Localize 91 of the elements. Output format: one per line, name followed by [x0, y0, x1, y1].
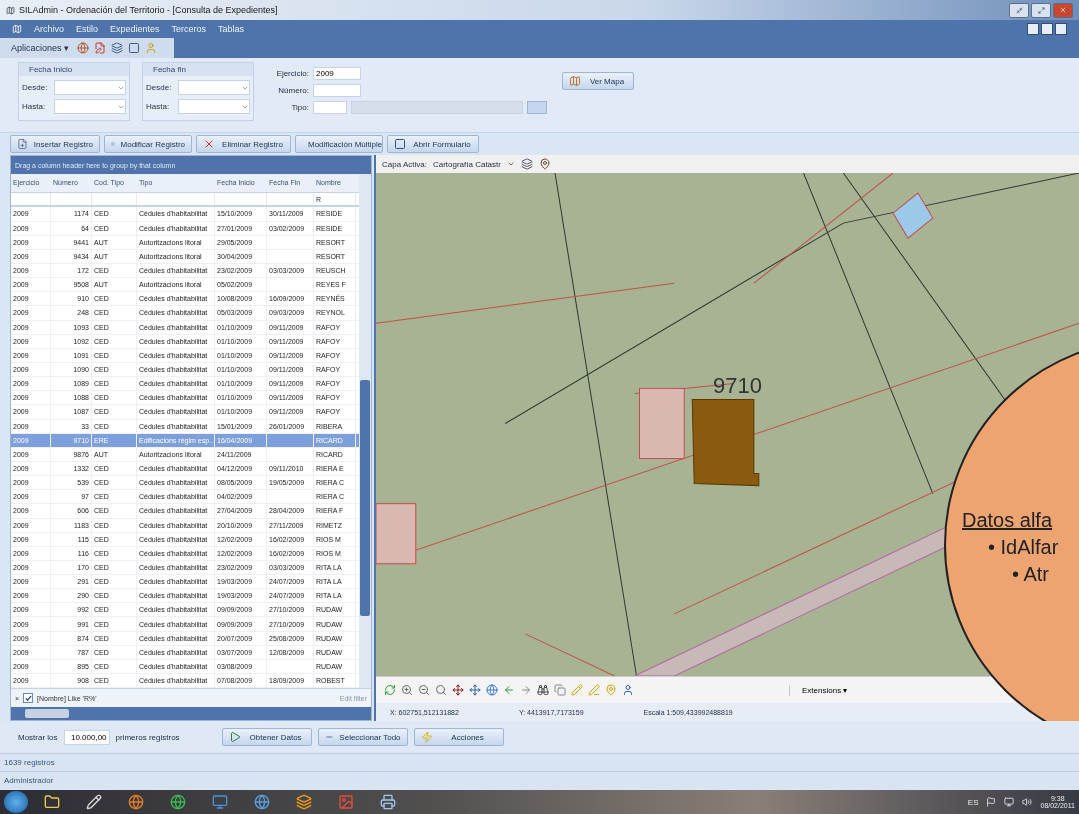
layers-icon[interactable]: [111, 42, 124, 54]
globe-icon[interactable]: [77, 42, 90, 54]
move-icon[interactable]: [452, 684, 464, 696]
bullet-item: • Atr: [1011, 563, 1050, 586]
move-icon[interactable]: [469, 684, 481, 696]
close-button[interactable]: [1055, 23, 1067, 35]
layer-dropdown[interactable]: Cartografía Catastr: [432, 159, 501, 169]
maximize-button[interactable]: [1031, 2, 1051, 18]
fetch-button[interactable]: Obtener Datos: [221, 728, 312, 746]
arrow-left-icon[interactable]: [503, 684, 515, 696]
number-field[interactable]: [313, 84, 361, 97]
edit-button[interactable]: Modificar Registro: [104, 135, 192, 153]
pin-icon[interactable]: [538, 158, 551, 170]
globe-icon[interactable]: [486, 684, 498, 696]
restore-button[interactable]: [1041, 23, 1053, 35]
binoculars-icon[interactable]: [537, 684, 549, 696]
printer-icon[interactable]: [380, 794, 396, 810]
document-icon: [17, 138, 28, 150]
multi-button[interactable]: Modificación Múltiple: [295, 135, 383, 153]
extensions-dropdown[interactable]: Extensions ▾: [789, 684, 854, 696]
copy-icon[interactable]: [554, 684, 566, 696]
vertical-scrollbar[interactable]: [359, 174, 371, 688]
form-button[interactable]: Abrir Formulario: [387, 135, 479, 153]
network-icon[interactable]: [1004, 797, 1015, 807]
zoom-in-icon[interactable]: [401, 684, 413, 696]
actions-button[interactable]: Acciones: [413, 728, 504, 746]
language-indicator[interactable]: ES: [967, 797, 979, 807]
field-label: Mostrar los: [18, 732, 58, 742]
record-count: 1639 registros: [4, 758, 55, 767]
parcel-label: 9710: [713, 373, 762, 399]
app-icon: [12, 24, 22, 34]
field-label: Hasta:: [146, 102, 171, 111]
close-icon: [203, 138, 215, 150]
lightning-icon: [420, 731, 433, 743]
window-title: SILAdmin - Ordenación del Territorio - [Consulta de Expedientes]: [19, 5, 278, 15]
type-field[interactable]: [313, 101, 347, 114]
window-icon: [394, 138, 406, 150]
view-map-button[interactable]: Ver Mapa: [562, 72, 634, 90]
start-button[interactable]: [4, 791, 28, 813]
select-button[interactable]: Seleccionar Todo: [317, 728, 408, 746]
map-icon: [569, 75, 581, 87]
applications-dropdown[interactable]: Aplicaciones ▾: [8, 43, 73, 53]
document-icon[interactable]: [94, 42, 107, 54]
user-name: Administrador: [4, 776, 54, 785]
close-icon: [1059, 6, 1067, 14]
search-icon[interactable]: [435, 684, 447, 696]
minimize-icon: [1015, 6, 1023, 14]
record-limit-field[interactable]: 10.000,00: [63, 729, 110, 745]
field-label: Desde:: [146, 83, 173, 92]
menu-item[interactable]: Estilo: [76, 24, 99, 34]
filter-checkbox[interactable]: [23, 693, 34, 703]
group-title: Fecha fin: [143, 63, 253, 76]
caret-icon[interactable]: [506, 160, 515, 168]
insert-button[interactable]: Insertar Registro: [10, 135, 100, 153]
flag-icon[interactable]: [986, 797, 997, 807]
volume-icon[interactable]: [1022, 797, 1033, 807]
delete-button[interactable]: Eliminar Registro: [196, 135, 291, 153]
menu-item[interactable]: Tablas: [218, 24, 245, 34]
menu-item[interactable]: Expedientes: [110, 24, 160, 34]
refresh-icon[interactable]: [384, 684, 396, 696]
globe-icon[interactable]: [254, 794, 270, 810]
field-label: Hasta:: [22, 102, 47, 111]
year-field[interactable]: 2009: [313, 67, 361, 80]
menu-item[interactable]: Archivo: [34, 24, 64, 34]
horizontal-scrollbar[interactable]: [11, 707, 371, 720]
close-button[interactable]: [1053, 2, 1073, 18]
callout-heading: Datos alfa: [962, 509, 1054, 532]
zoom-out-icon[interactable]: [418, 684, 430, 696]
maximize-icon: [1037, 6, 1045, 14]
monitor-icon[interactable]: [212, 794, 228, 810]
field-label: Tipo:: [290, 103, 309, 112]
globe-icon[interactable]: [128, 794, 144, 810]
bullet-item: • IdAlfar: [987, 536, 1060, 559]
minimize-button[interactable]: [1009, 2, 1029, 18]
play-icon: [228, 731, 241, 743]
field-label: Ejercicio:: [275, 69, 309, 78]
field-label: Capa Activa:: [382, 159, 427, 169]
user-icon[interactable]: [622, 684, 634, 696]
image-icon[interactable]: [338, 794, 354, 810]
window-icon[interactable]: [128, 42, 141, 54]
field-label: Número:: [277, 86, 309, 95]
field-label: Desde:: [22, 83, 49, 92]
group-title: Fecha Inicio: [19, 63, 129, 76]
layers-icon[interactable]: [520, 158, 533, 170]
folder-icon[interactable]: [44, 794, 60, 810]
globe-icon[interactable]: [170, 794, 186, 810]
menu-item[interactable]: Terceros: [171, 24, 207, 34]
app-icon: [6, 5, 15, 15]
layers-icon[interactable]: [296, 794, 312, 810]
field-label: primeros registros: [115, 732, 180, 742]
minimize-button[interactable]: [1027, 23, 1039, 35]
